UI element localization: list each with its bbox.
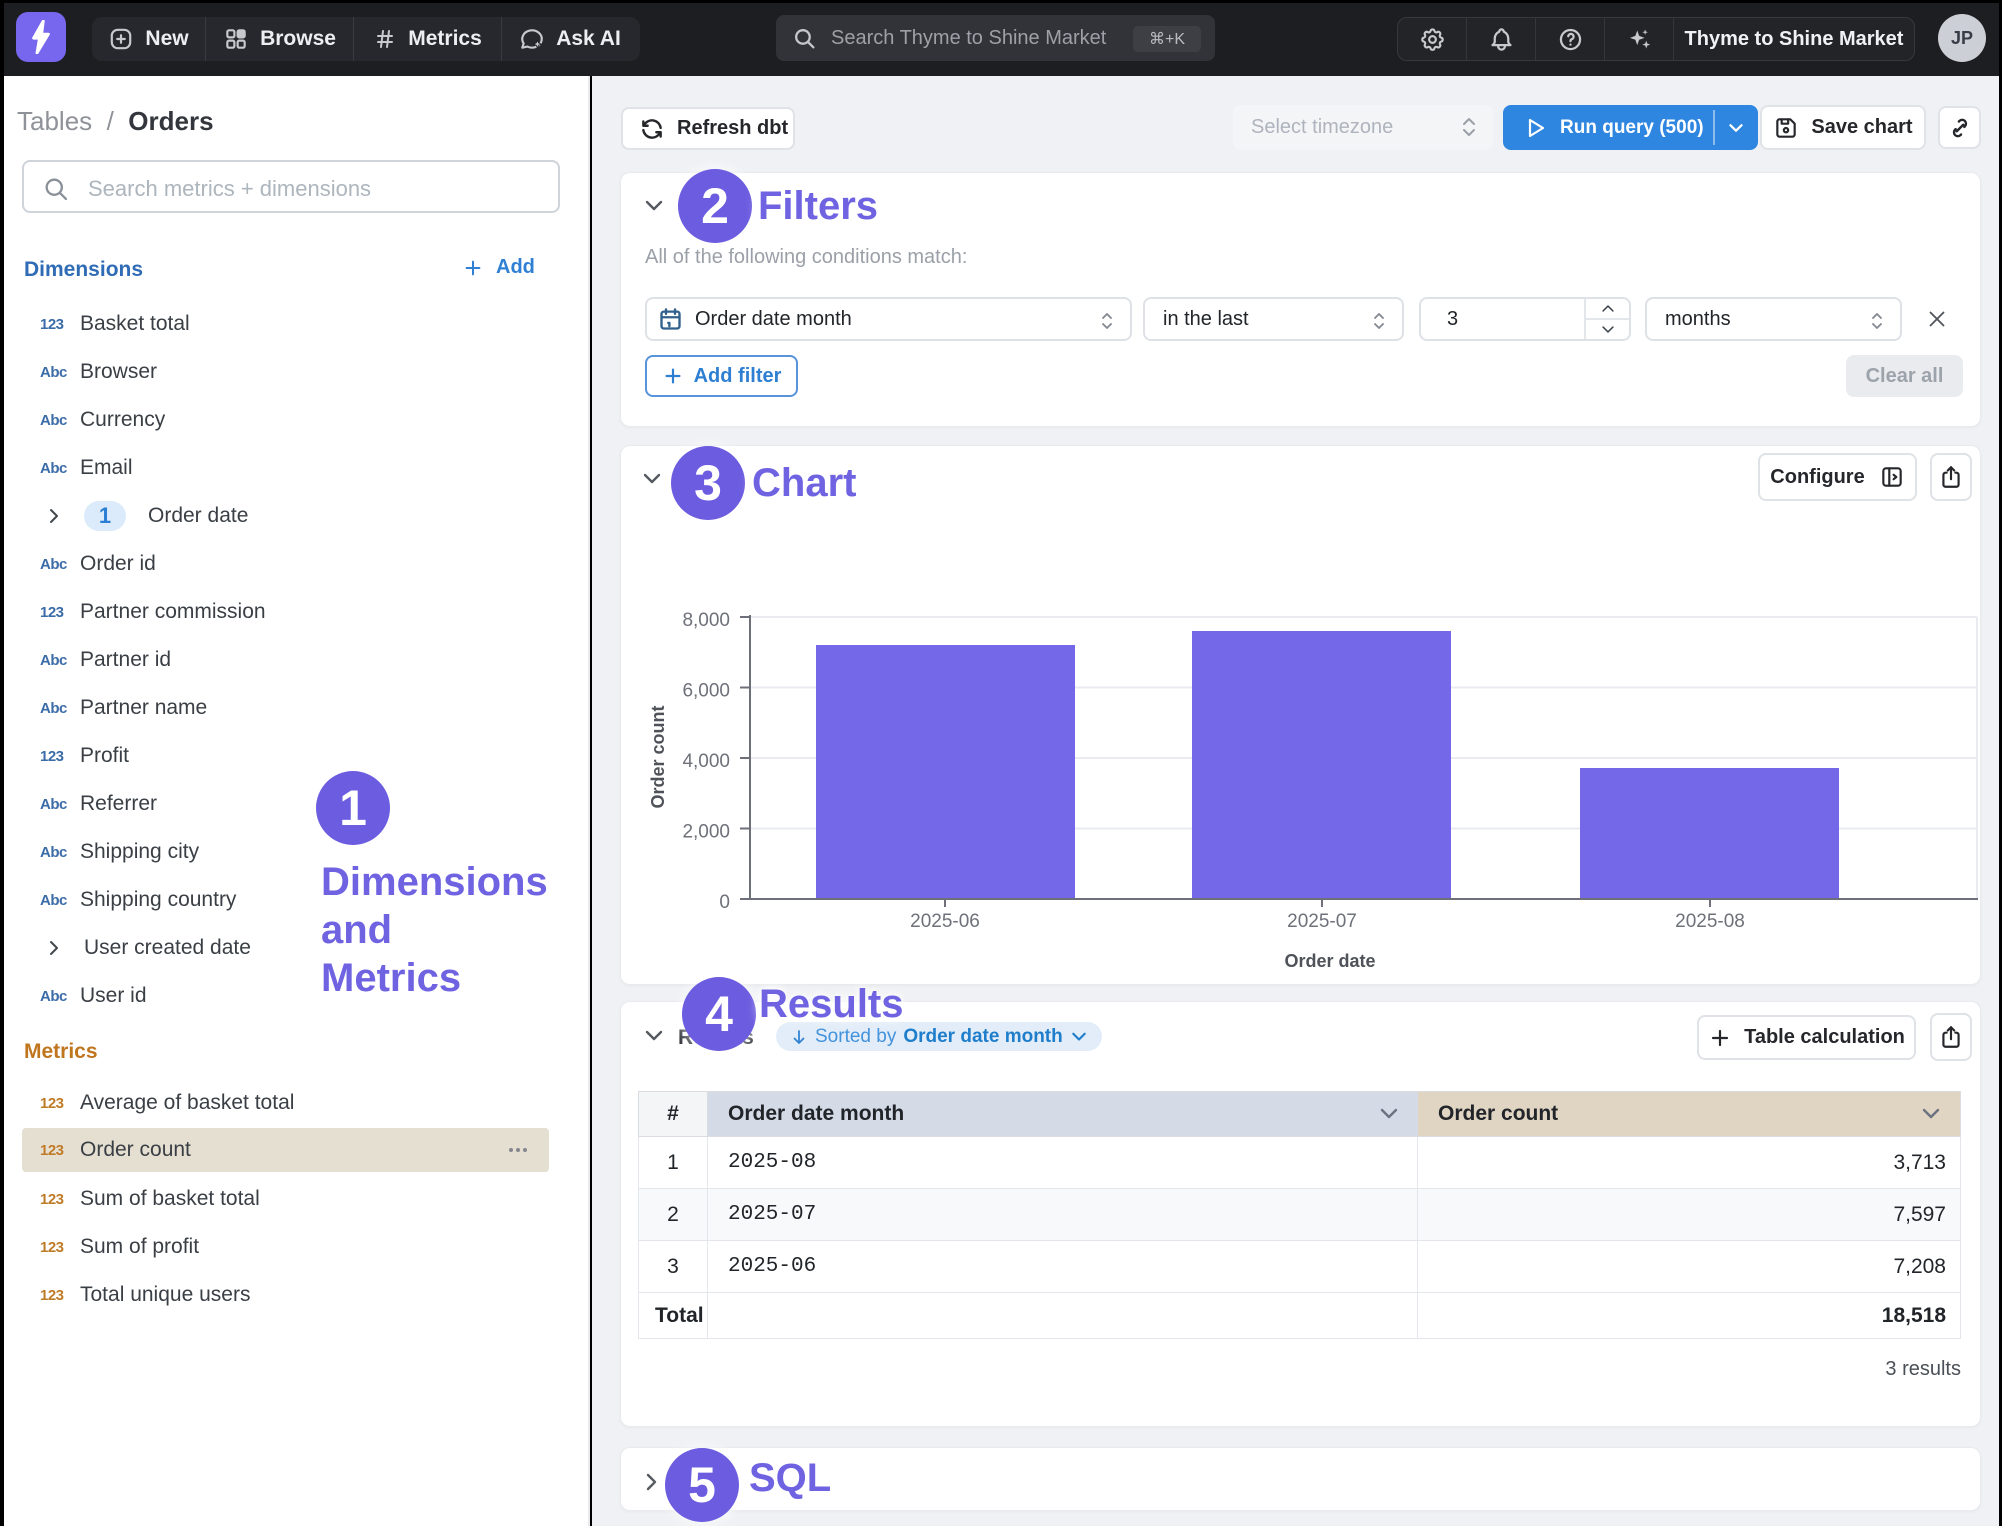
svg-text:2025-07: 2025-07	[1287, 911, 1357, 932]
svg-text:2,000: 2,000	[682, 822, 730, 843]
svg-text:2025-08: 2025-08	[1675, 911, 1745, 932]
svg-text:8,000: 8,000	[682, 610, 730, 631]
svg-text:6,000: 6,000	[682, 681, 730, 702]
svg-text:4,000: 4,000	[682, 751, 730, 772]
svg-text:2025-06: 2025-06	[910, 911, 980, 932]
svg-text:Order count: Order count	[648, 705, 668, 808]
svg-text:Order date: Order date	[1284, 951, 1375, 971]
svg-text:0: 0	[719, 892, 730, 913]
